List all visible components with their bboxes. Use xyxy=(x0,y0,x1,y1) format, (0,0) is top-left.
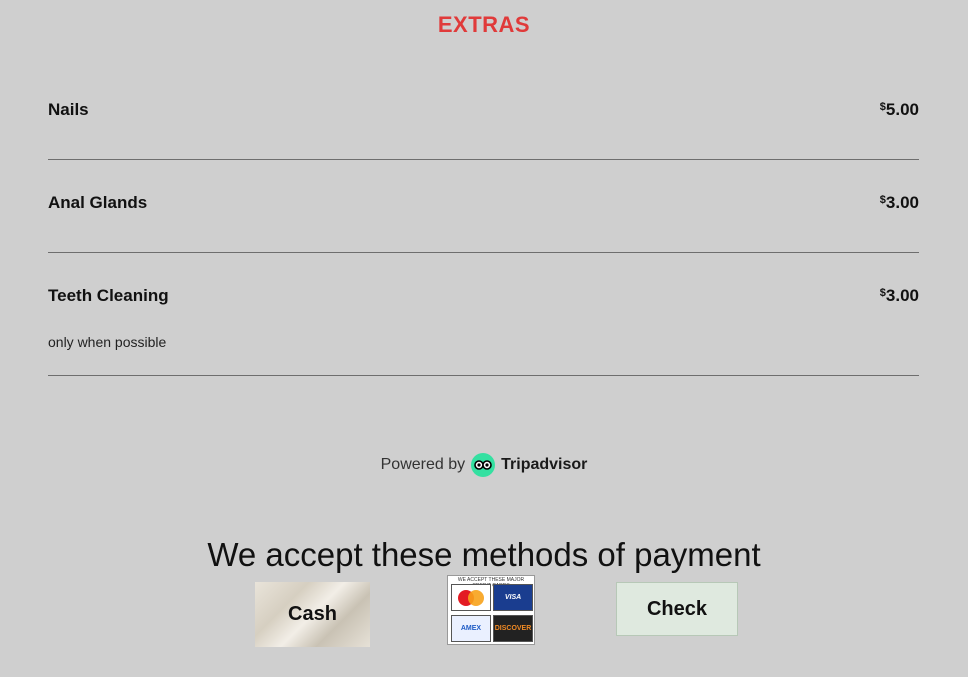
cash-payment-image: Cash xyxy=(255,582,370,647)
price-value: 5.00 xyxy=(885,100,919,119)
powered-by-tripadvisor-link[interactable]: Powered by Tripadvisor xyxy=(0,453,968,477)
item-name: Teeth Cleaning xyxy=(48,286,169,305)
cash-label: Cash xyxy=(288,603,337,625)
item-price: $3.00 xyxy=(880,193,919,213)
tripadvisor-brand: Tripadvisor xyxy=(501,456,588,473)
price-value: 3.00 xyxy=(885,286,919,305)
item-name: Anal Glands xyxy=(48,193,148,212)
credit-cards-image: WE ACCEPT THESE MAJOR CREDIT CARDS VISA … xyxy=(447,575,535,645)
check-payment-image: Check xyxy=(616,582,738,636)
item-price: $5.00 xyxy=(880,100,919,120)
price-value: 3.00 xyxy=(885,193,919,212)
menu-item-nails: Nails $5.00 xyxy=(48,60,919,160)
section-title: EXTRAS xyxy=(437,12,531,37)
payment-methods-title: We accept these methods of payment xyxy=(207,536,761,573)
amex-logo: AMEX xyxy=(451,615,491,642)
check-label: Check xyxy=(646,597,708,620)
owl-eyes-icon xyxy=(471,453,496,477)
mastercard-logo xyxy=(451,584,491,611)
item-price: $3.00 xyxy=(880,286,919,306)
item-name: Nails xyxy=(48,100,89,119)
menu-item-teeth-cleaning: Teeth Cleaning $3.00 only when possible xyxy=(48,253,919,376)
visa-logo: VISA xyxy=(493,584,533,611)
discover-logo: DISCOVER xyxy=(493,615,533,642)
item-note: only when possible xyxy=(48,334,167,350)
powered-by-label: Powered by xyxy=(380,456,466,473)
menu-item-anal-glands: Anal Glands $3.00 xyxy=(48,160,919,253)
